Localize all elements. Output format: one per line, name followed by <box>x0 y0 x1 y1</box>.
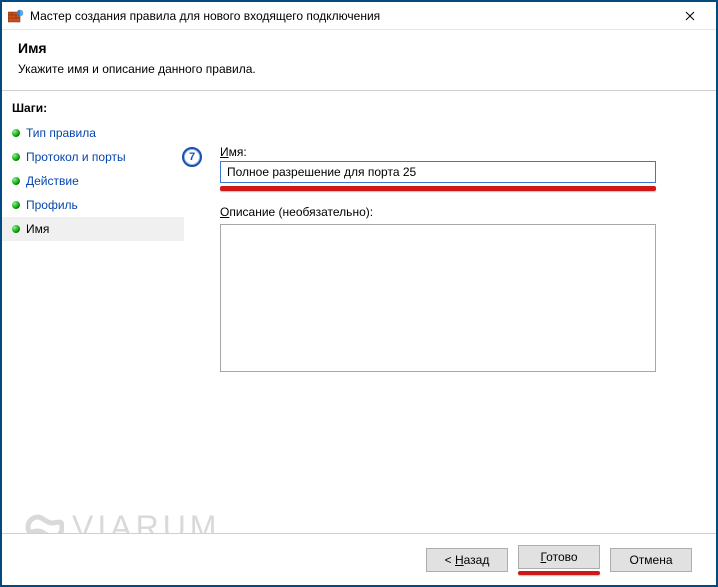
close-button[interactable] <box>670 4 710 28</box>
description-textarea[interactable] <box>220 224 656 372</box>
finish-button[interactable]: Готово <box>518 545 600 569</box>
step-link[interactable]: Протокол и порты <box>26 150 126 164</box>
step-link: Имя <box>26 222 49 236</box>
steps-sidebar: Шаги: Тип правила Протокол и порты Дейст… <box>2 91 184 585</box>
page-title: Имя <box>18 40 700 56</box>
step-name: Имя <box>2 217 184 241</box>
step-link[interactable]: Профиль <box>26 198 78 212</box>
cancel-button[interactable]: Отмена <box>610 548 692 572</box>
annotation-badge-7: 7 <box>182 147 202 167</box>
bullet-icon <box>12 225 20 233</box>
title-bar: Мастер создания правила для нового входя… <box>2 2 716 30</box>
window-title: Мастер создания правила для нового входя… <box>30 9 670 23</box>
page-subtitle: Укажите имя и описание данного правила. <box>18 62 700 76</box>
name-label: Имя: <box>220 145 680 159</box>
annotation-underline <box>220 186 656 191</box>
wizard-body: Шаги: Тип правила Протокол и порты Дейст… <box>2 91 716 585</box>
wizard-header: Имя Укажите имя и описание данного прави… <box>2 30 716 91</box>
steps-heading: Шаги: <box>2 97 184 121</box>
step-link[interactable]: Тип правила <box>26 126 96 140</box>
form-block: Имя: Описание (необязательно): <box>220 145 680 375</box>
bullet-icon <box>12 153 20 161</box>
name-input[interactable] <box>220 161 656 183</box>
bullet-icon <box>12 201 20 209</box>
description-label: Описание (необязательно): <box>220 205 680 219</box>
step-action[interactable]: Действие <box>2 169 184 193</box>
bullet-icon <box>12 129 20 137</box>
step-protocol-ports[interactable]: Протокол и порты <box>2 145 184 169</box>
annotation-underline <box>518 571 600 575</box>
step-rule-type[interactable]: Тип правила <box>2 121 184 145</box>
step-profile[interactable]: Профиль <box>2 193 184 217</box>
firewall-icon <box>8 8 24 24</box>
bullet-icon <box>12 177 20 185</box>
wizard-footer: < Назад Готово Отмена <box>2 533 716 585</box>
step-link[interactable]: Действие <box>26 174 79 188</box>
wizard-window: Мастер создания правила для нового входя… <box>0 0 718 587</box>
back-button[interactable]: < Назад <box>426 548 508 572</box>
main-pane: 7 Имя: Описание (необязательно): <box>184 91 716 585</box>
